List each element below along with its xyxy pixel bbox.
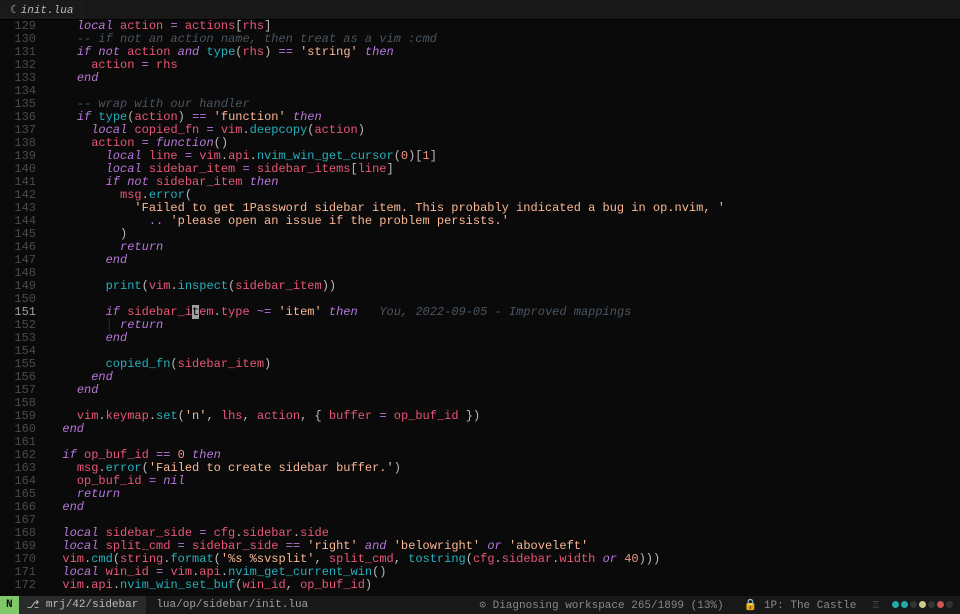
code-line[interactable]: 160 end — [0, 423, 960, 436]
tab-bar: ☾ init.lua — [0, 0, 960, 20]
line-number: 172 — [0, 579, 48, 592]
git-branch[interactable]: ⎇ mrj/42/sidebar — [19, 596, 147, 614]
diag-text: Diagnosing workspace 265/1899 (13%) — [493, 600, 724, 612]
onepassword-status: 🔒 1P: The Castle — [734, 598, 867, 612]
code-content[interactable]: ) — [48, 228, 960, 241]
code-content[interactable]: end — [48, 423, 960, 436]
code-content[interactable]: end — [48, 384, 960, 397]
code-content[interactable]: if sidebar_item.type ~= 'item' then You,… — [48, 306, 960, 319]
code-line[interactable]: 132 action = rhs — [0, 59, 960, 72]
branch-name: mrj/42/sidebar — [46, 599, 138, 611]
code-content[interactable]: print(vim.inspect(sidebar_item)) — [48, 280, 960, 293]
status-decor-icon: ♖ — [866, 598, 885, 612]
code-content[interactable]: end — [48, 371, 960, 384]
status-dots — [885, 599, 960, 611]
code-line[interactable]: 133 end — [0, 72, 960, 85]
code-content[interactable]: end — [48, 254, 960, 267]
diag-icon: ⊙ — [479, 600, 486, 612]
code-line[interactable]: 153 end — [0, 332, 960, 345]
code-line[interactable]: 152 │ return — [0, 319, 960, 332]
code-content[interactable]: end — [48, 72, 960, 85]
lua-file-icon: ☾ — [10, 5, 17, 17]
code-line[interactable]: 155 copied_fn(sidebar_item) — [0, 358, 960, 371]
code-line[interactable]: 147 end — [0, 254, 960, 267]
code-content[interactable]: op_buf_id = nil — [48, 475, 960, 488]
code-content[interactable]: action = rhs — [48, 59, 960, 72]
active-tab[interactable]: ☾ init.lua — [0, 1, 83, 19]
code-content[interactable]: return — [48, 488, 960, 501]
code-content[interactable]: end — [48, 332, 960, 345]
code-content[interactable]: return — [48, 241, 960, 254]
code-line[interactable]: 164 op_buf_id = nil — [0, 475, 960, 488]
statusline: N ⎇ mrj/42/sidebar lua/op/sidebar/init.l… — [0, 596, 960, 614]
code-content[interactable]: │ return — [48, 319, 960, 332]
code-content[interactable]: if not action and type(rhs) == 'string' … — [48, 46, 960, 59]
onepass-text: 1P: The Castle — [764, 600, 856, 612]
mode-indicator: N — [0, 596, 19, 614]
code-content[interactable]: .. 'please open an issue if the problem … — [48, 215, 960, 228]
code-line[interactable]: 172 vim.api.nvim_win_set_buf(win_id, op_… — [0, 579, 960, 592]
code-line[interactable]: 149 print(vim.inspect(sidebar_item)) — [0, 280, 960, 293]
code-line[interactable]: 166 end — [0, 501, 960, 514]
code-line[interactable]: 159 vim.keymap.set('n', lhs, action, { b… — [0, 410, 960, 423]
code-content[interactable]: vim.api.nvim_win_set_buf(win_id, op_buf_… — [48, 579, 960, 592]
code-content[interactable]: copied_fn(sidebar_item) — [48, 358, 960, 371]
branch-icon: ⎇ — [27, 598, 40, 612]
code-line[interactable]: 157 end — [0, 384, 960, 397]
code-content[interactable]: end — [48, 501, 960, 514]
code-line[interactable]: 146 return — [0, 241, 960, 254]
code-line[interactable]: 156 end — [0, 371, 960, 384]
lock-icon: 🔒 — [744, 600, 758, 612]
code-line[interactable]: 144 .. 'please open an issue if the prob… — [0, 215, 960, 228]
tab-label: init.lua — [21, 5, 74, 17]
code-line[interactable]: 165 return — [0, 488, 960, 501]
file-path: lua/op/sidebar/init.lua — [146, 599, 318, 611]
code-editor[interactable]: 129 local action = actions[rhs]130 -- if… — [0, 20, 960, 596]
code-content[interactable]: vim.keymap.set('n', lhs, action, { buffe… — [48, 410, 960, 423]
lsp-progress: ⊙ Diagnosing workspace 265/1899 (13%) — [469, 598, 733, 612]
